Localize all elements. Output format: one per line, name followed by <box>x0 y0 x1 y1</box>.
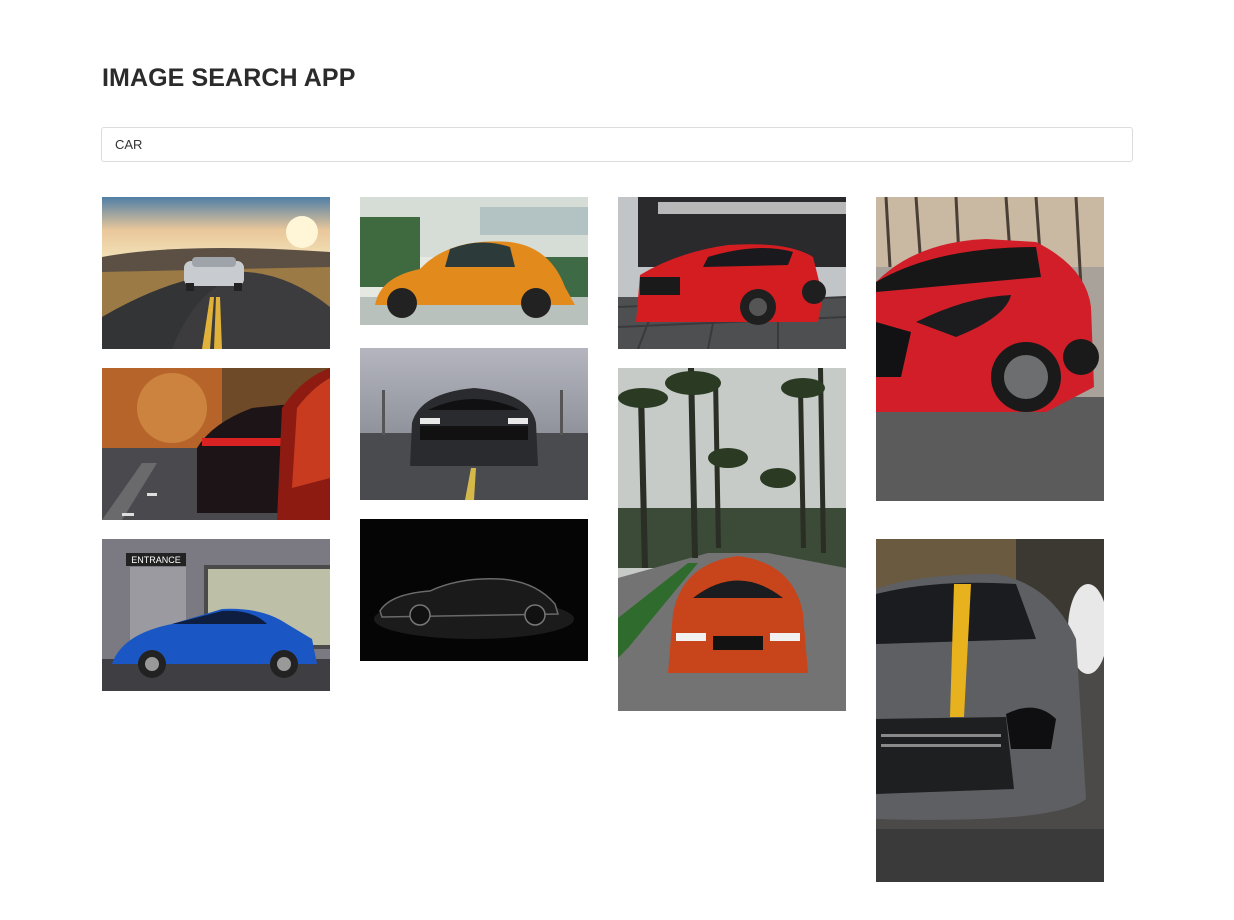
entrance-sign-text: ENTRANCE <box>131 555 181 565</box>
result-image-6[interactable] <box>360 348 588 500</box>
result-image-3[interactable] <box>618 197 846 349</box>
result-image-9[interactable] <box>360 519 588 661</box>
result-image-2[interactable] <box>360 197 588 325</box>
result-image-8[interactable]: ENTRANCE <box>102 539 330 691</box>
result-image-5[interactable] <box>102 368 330 520</box>
page-title: IMAGE SEARCH APP <box>102 64 356 92</box>
search-input[interactable] <box>101 127 1133 162</box>
result-image-7[interactable] <box>618 368 846 711</box>
result-image-4[interactable] <box>876 197 1104 501</box>
result-image-10[interactable] <box>876 539 1104 882</box>
result-image-1[interactable] <box>102 197 330 349</box>
